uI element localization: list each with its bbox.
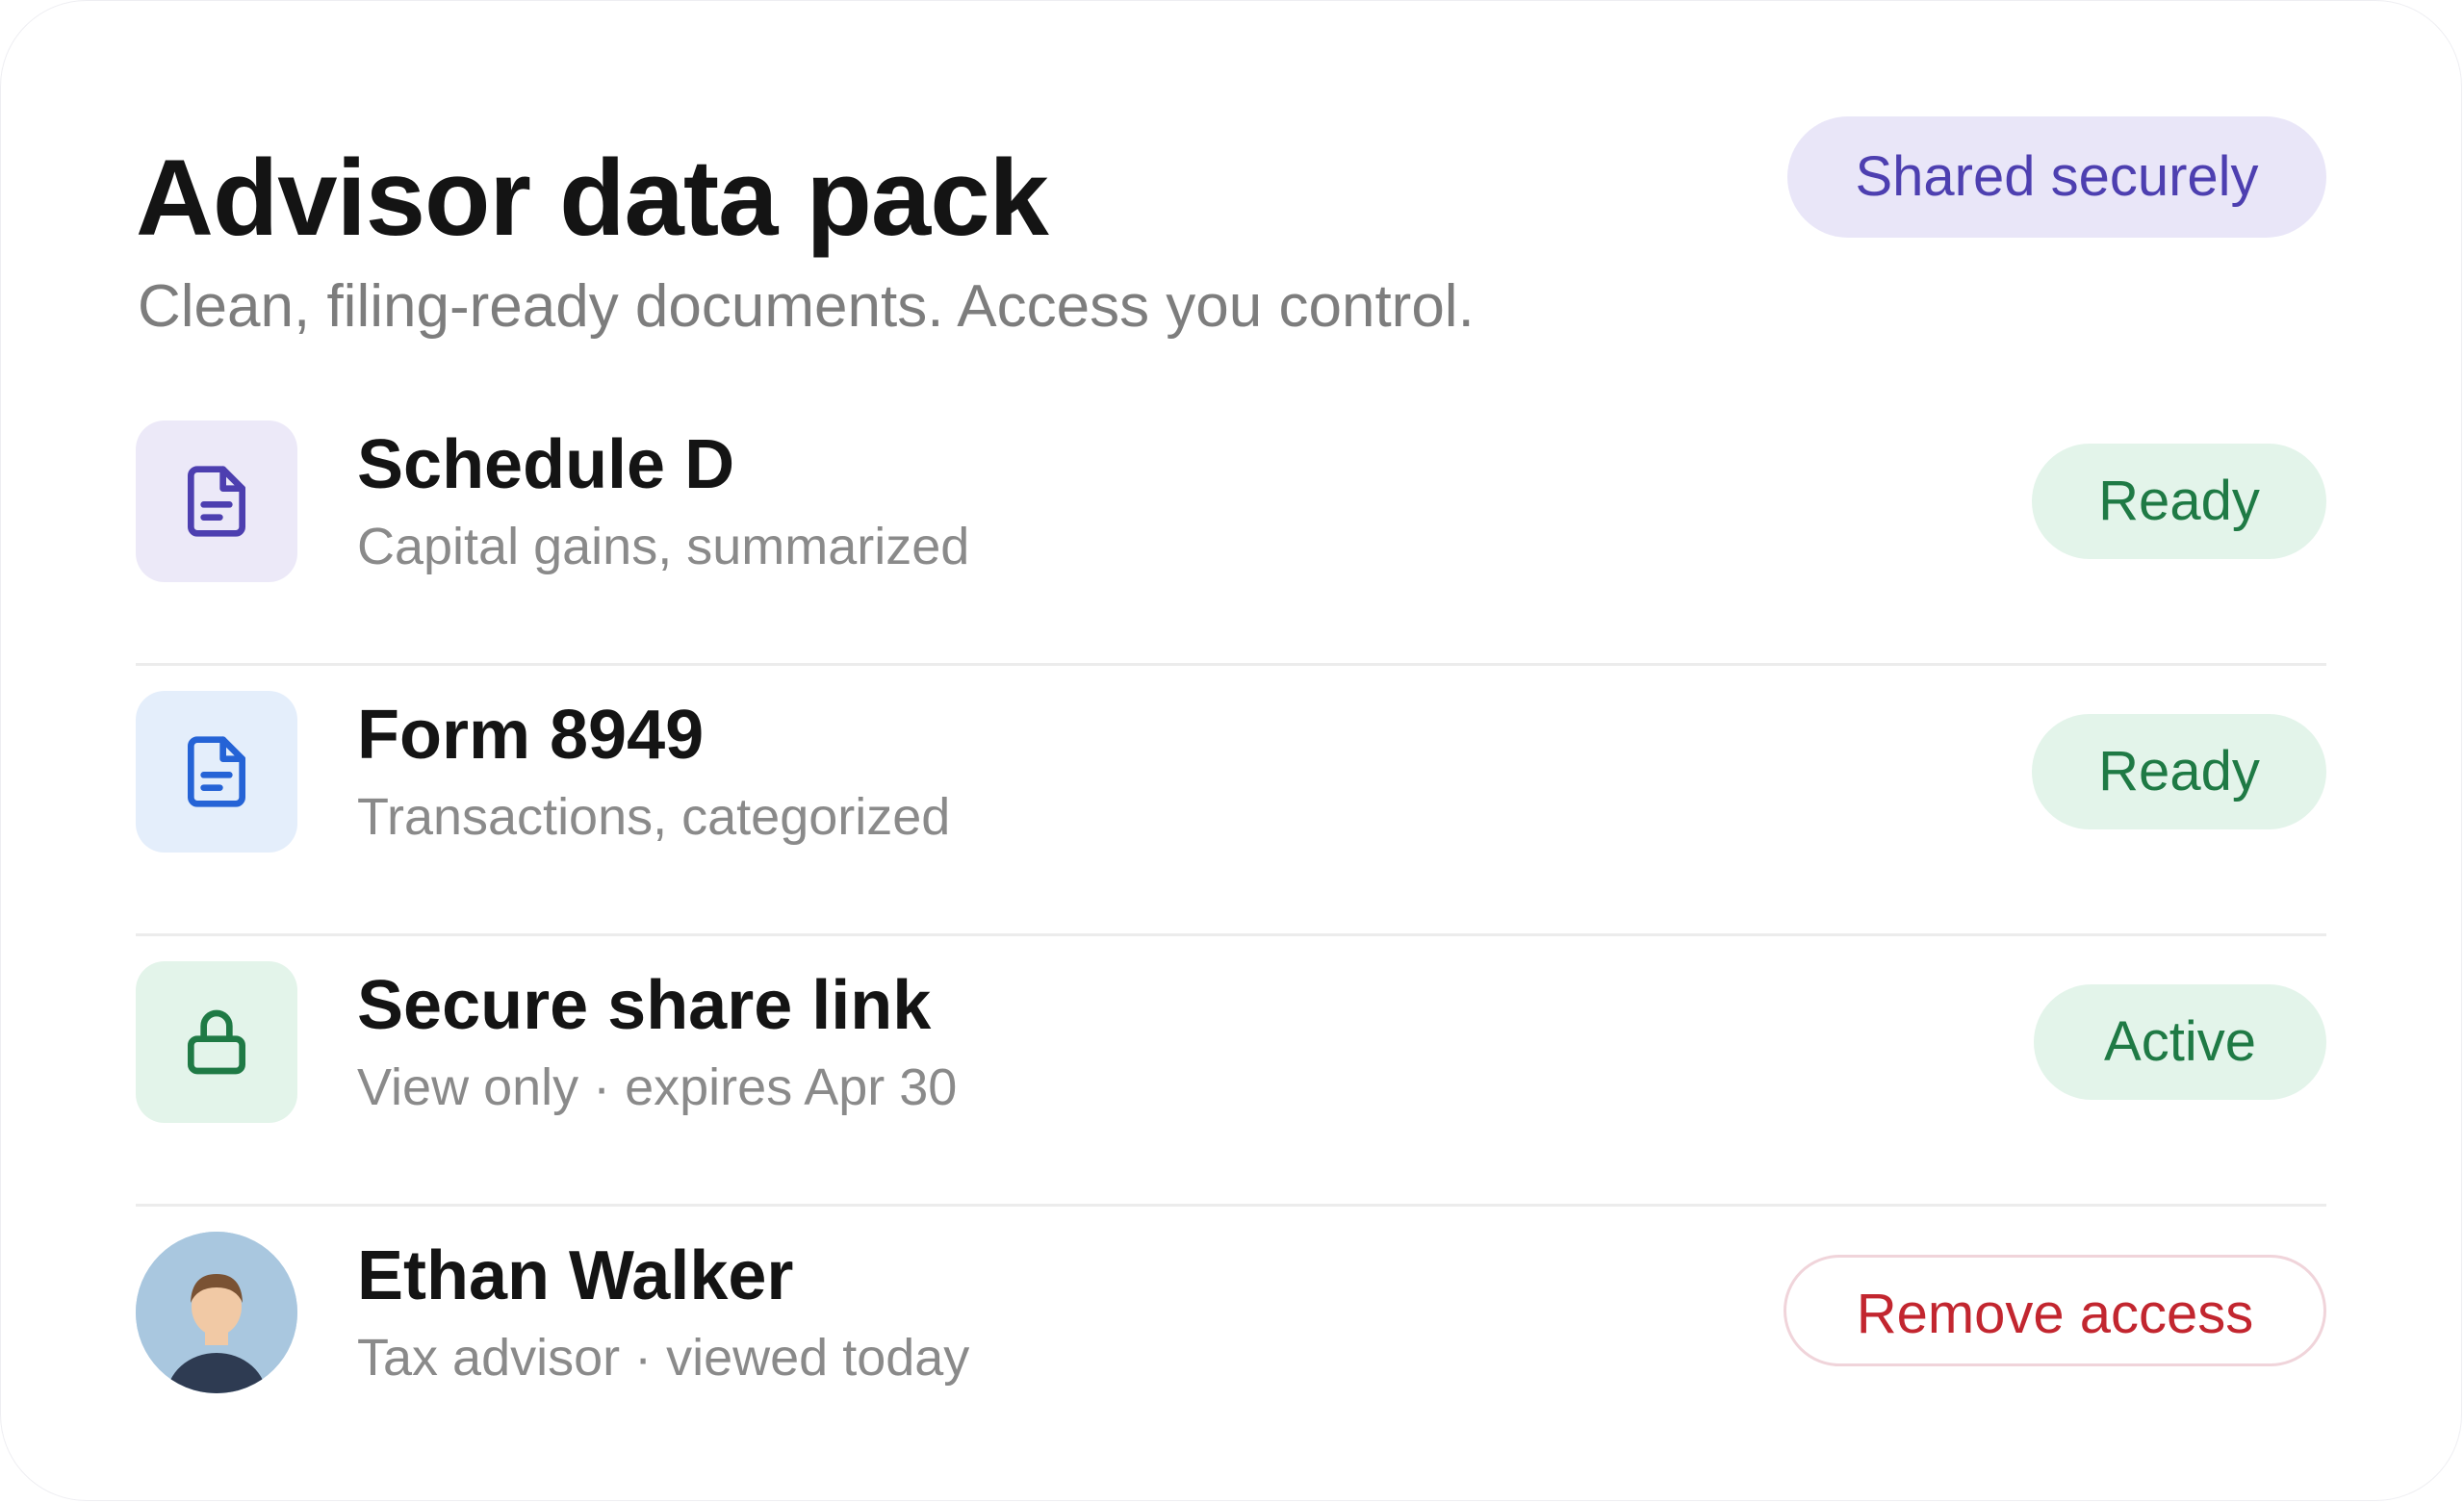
item-subtitle: Capital gains, summarized (357, 518, 970, 575)
item-subtitle: View only · expires Apr 30 (357, 1058, 958, 1116)
status-badge: Active (2034, 984, 2326, 1100)
lock-icon (188, 1009, 245, 1075)
item-title: Secure share link (357, 967, 932, 1044)
status-badge: Ready (2032, 714, 2326, 829)
item-title: Form 8949 (357, 697, 705, 774)
list-item-form-8949[interactable]: Form 8949 Transactions, categorized Read… (136, 666, 2326, 936)
item-title: Schedule D (357, 426, 735, 503)
document-icon-container (136, 691, 297, 853)
avatar (136, 1232, 297, 1393)
shared-securely-badge: Shared securely (1787, 116, 2326, 238)
item-title: Ethan Walker (357, 1237, 794, 1314)
header: Advisor data pack Clean, filing-ready do… (136, 116, 2326, 347)
list-item-advisor: Ethan Walker Tax advisor · viewed today … (136, 1207, 2326, 1474)
person-avatar-icon (136, 1232, 297, 1393)
remove-access-button[interactable]: Remove access (1784, 1255, 2326, 1366)
list-item-secure-share-link[interactable]: Secure share link View only · expires Ap… (136, 936, 2326, 1207)
list-item-schedule-d[interactable]: Schedule D Capital gains, summarized Rea… (136, 395, 2326, 666)
item-subtitle: Tax advisor · viewed today (357, 1329, 970, 1387)
page-subtitle: Clean, filing-ready documents. Access yo… (138, 273, 1475, 340)
document-list: Schedule D Capital gains, summarized Rea… (136, 395, 2326, 1474)
document-icon-container (136, 420, 297, 582)
page-title: Advisor data pack (136, 138, 1049, 258)
item-subtitle: Transactions, categorized (357, 788, 951, 846)
document-icon (188, 736, 246, 807)
status-badge: Ready (2032, 444, 2326, 559)
document-icon (188, 466, 246, 537)
lock-icon-container (136, 961, 297, 1123)
advisor-data-pack-card: Advisor data pack Clean, filing-ready do… (0, 0, 2462, 1501)
